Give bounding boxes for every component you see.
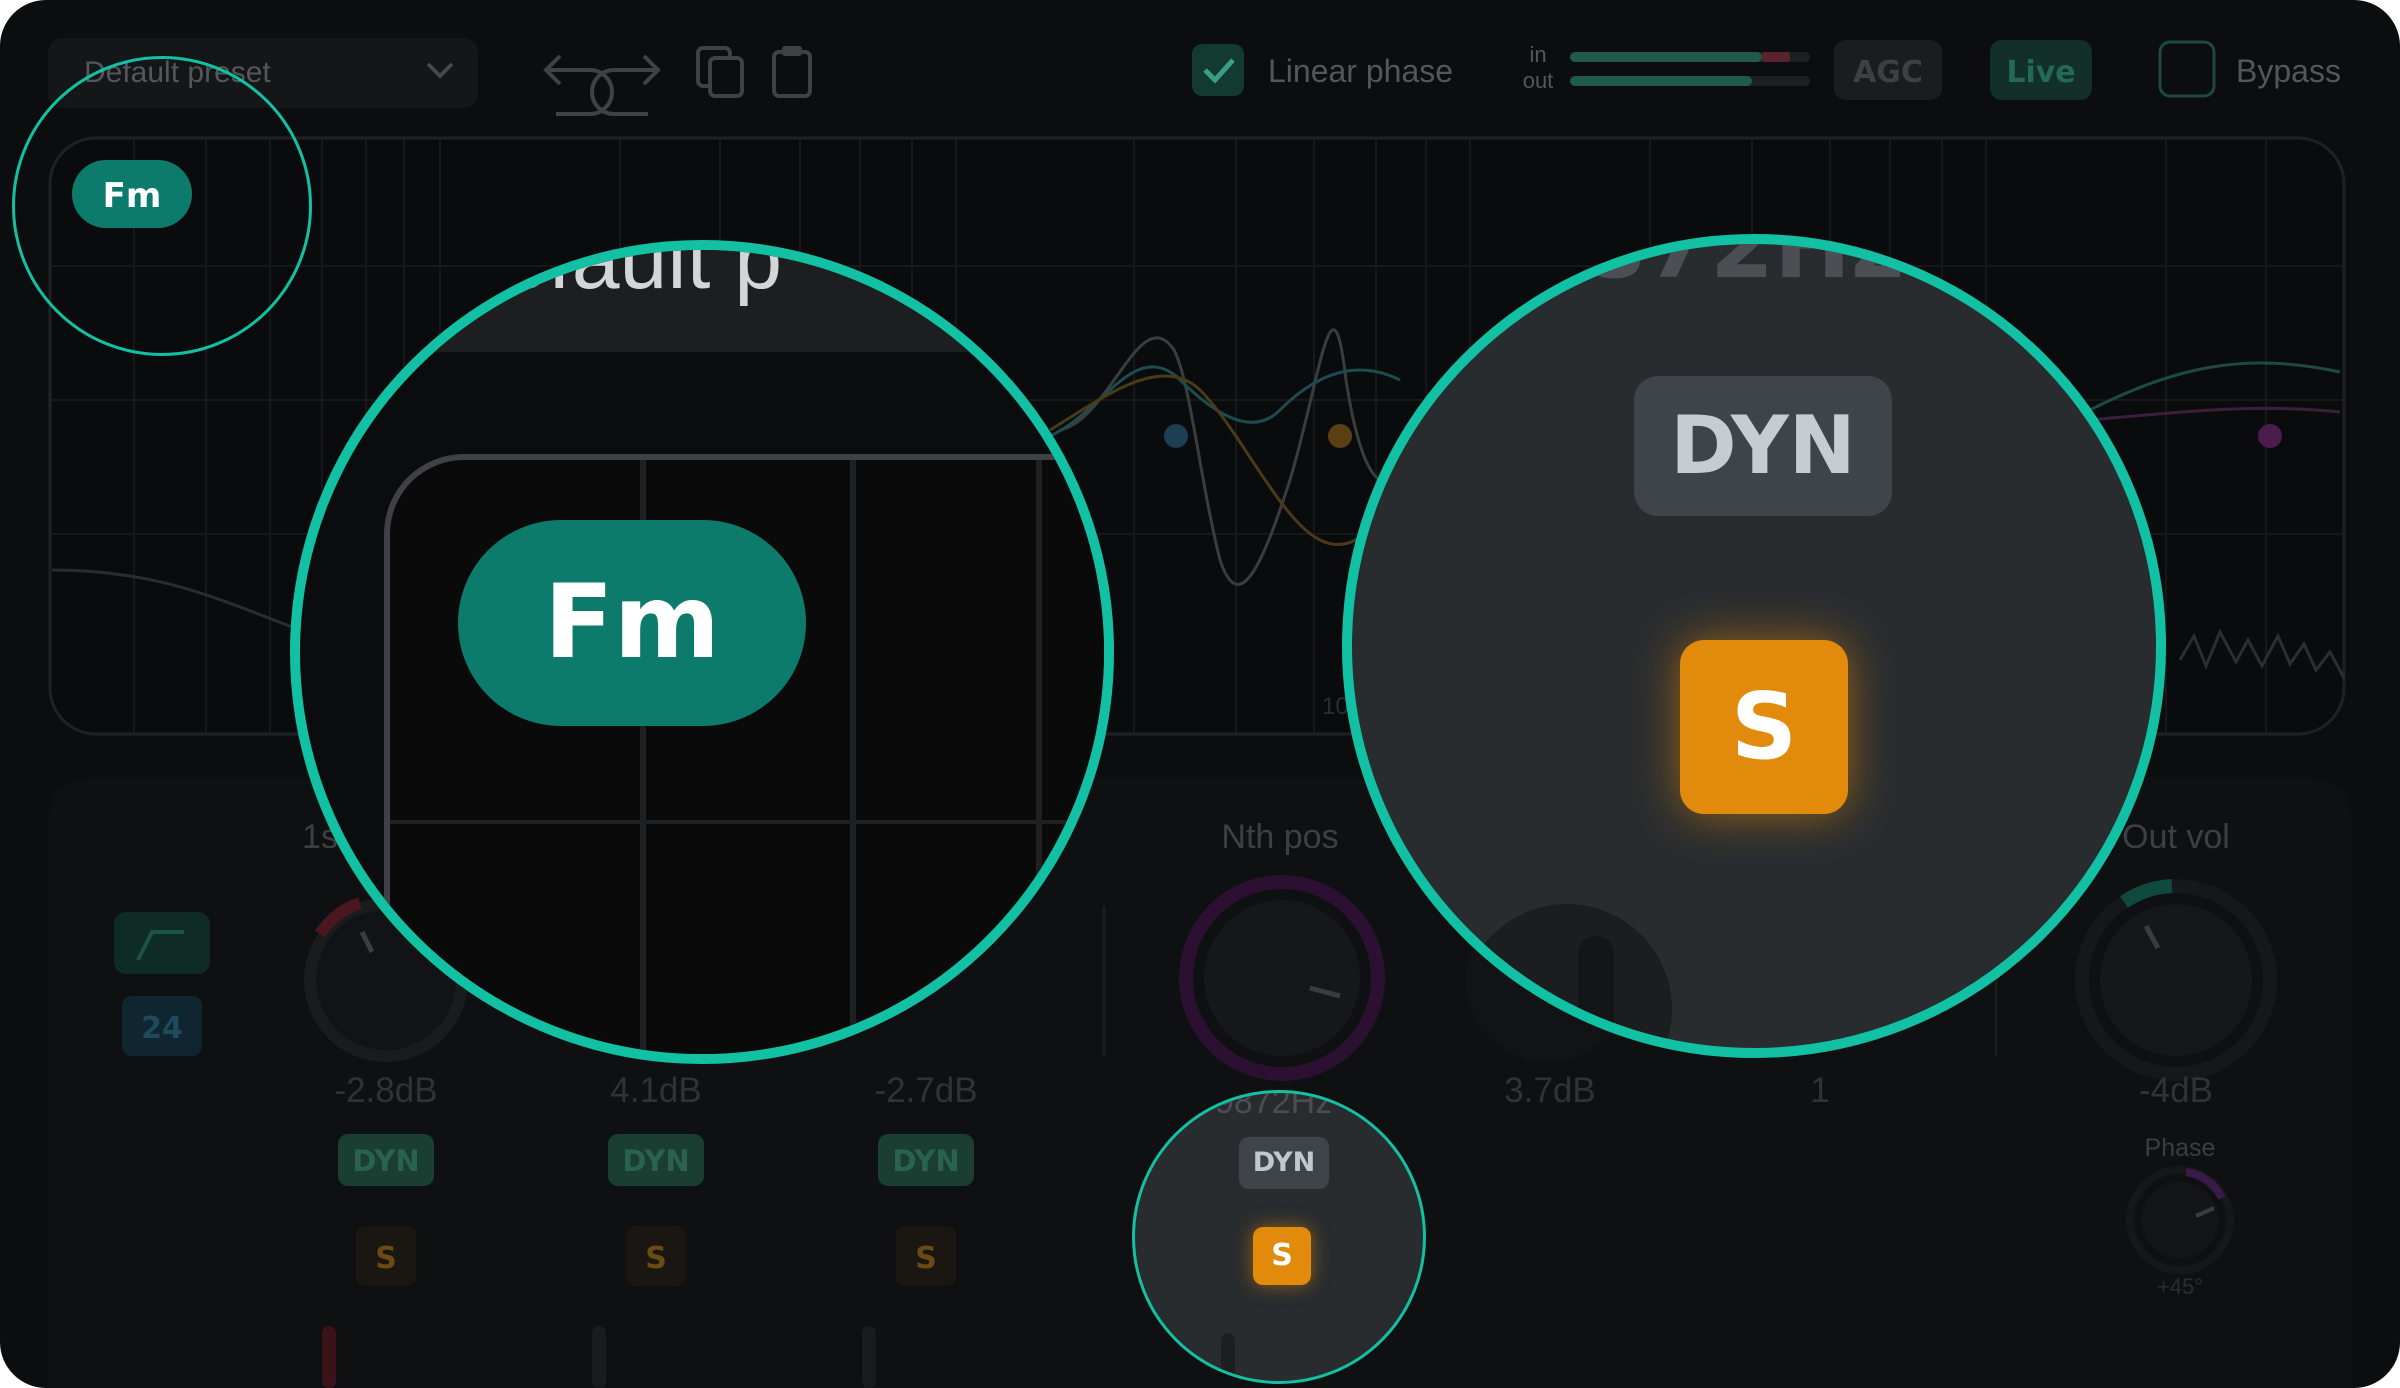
value-out-vol: -4dB [2139,1071,2213,1110]
solo-label-1: S [375,1241,397,1276]
mag-fm-badge[interactable]: Fm [458,520,806,726]
mag-freq-fragment: 9872Hz [1518,234,1905,299]
mag-fm-label: Fm [544,563,720,682]
large-magnifier-dyn: 9872Hz DYN S [1342,234,2166,1058]
small-solo-label: S [1271,1238,1293,1273]
gain-fader-1[interactable] [322,1326,336,1388]
meter-in-label: in [1529,42,1546,67]
gain-fader-3[interactable] [862,1326,876,1388]
mag-fader[interactable] [1578,936,1614,1048]
mag-grid-line [390,820,1104,824]
small-dyn-label: DYN [1252,1147,1316,1178]
copy-icon[interactable] [696,46,744,98]
paste-icon[interactable] [772,46,812,98]
mag-solo-label: S [1730,673,1798,780]
value-gain-3: -2.7dB [874,1071,977,1110]
slope-value: 24 [141,1011,183,1046]
knob-out-vol[interactable] [2075,879,2277,1081]
bypass-label: Bypass [2236,53,2341,89]
bypass-checkbox[interactable] [2158,40,2216,98]
meter-in-fill [1570,52,1762,62]
gain-fader-2[interactable] [592,1326,606,1388]
small-fader[interactable] [1221,1333,1235,1381]
eq-plugin-window: Default preset Linear phase in out AGC L… [0,0,2400,1388]
mag-preset-fragment: efault p [500,240,783,307]
small-magnifier-fm [12,56,312,356]
phase-label: Phase [2145,1134,2216,1162]
agc-label: AGC [1853,55,1923,90]
knob-nth-pos[interactable] [1179,875,1385,1081]
linear-phase-label: Linear phase [1268,53,1453,89]
dyn-label-2: DYN [622,1144,689,1178]
solo-label-3: S [915,1241,937,1276]
small-dyn-button[interactable]: DYN [1239,1137,1329,1189]
band-node-blue[interactable] [1164,424,1188,448]
dyn-label-3: DYN [892,1144,959,1178]
value-gain-2: 4.1dB [610,1071,701,1110]
undo-icon[interactable] [543,54,614,116]
mag-knob [1462,904,1672,1048]
band-node-purple[interactable] [2258,424,2282,448]
nth-pos-label: Nth pos [1221,818,1338,856]
meter-in-peak [1762,52,1790,62]
small-magnifier-dyn: 9872Hz DYN S [1132,1090,1426,1384]
mag-solo-button[interactable]: S [1680,640,1848,814]
live-label: Live [2006,55,2075,90]
mag-dyn-label: DYN [1670,399,1856,492]
value-gain-1: -2.8dB [334,1071,437,1110]
knob-phase[interactable] [2126,1166,2234,1274]
value-gain-5: 3.7dB [1504,1071,1595,1110]
small-solo-button[interactable]: S [1253,1227,1311,1285]
band-node-orange[interactable] [1328,424,1352,448]
redo-icon[interactable] [590,54,661,116]
mag-grid-line [1036,460,1042,1054]
mag-grid-line [850,460,856,1054]
filter-shape-button[interactable] [114,912,210,974]
meter-out-label: out [1523,68,1554,93]
mag-dyn-button[interactable]: DYN [1634,376,1892,516]
out-vol-label: Out vol [2122,818,2230,856]
linear-phase-checkbox[interactable] [1192,44,1244,96]
solo-label-2: S [645,1241,667,1276]
dyn-label-1: DYN [352,1144,419,1178]
large-magnifier-fm: efault p Fm [290,240,1114,1064]
phase-value: +45° [2157,1274,2203,1299]
small-value-fragment: 9872Hz [1215,1090,1333,1121]
mag-preset-bar: efault p [300,240,1104,352]
value-q: 1 [1810,1071,1829,1110]
meter-out-fill [1570,76,1752,86]
